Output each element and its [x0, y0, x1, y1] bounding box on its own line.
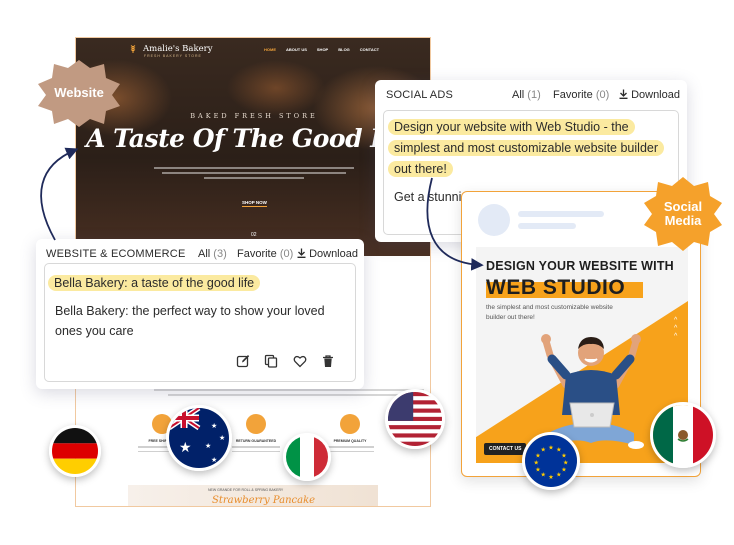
medal-icon — [340, 414, 360, 434]
hero-blurb — [154, 164, 354, 184]
contact-us-button[interactable]: CONTACT US — [484, 443, 527, 455]
svg-text:★: ★ — [211, 422, 217, 430]
slider-pager[interactable]: 02 — [251, 232, 257, 238]
svg-text:★: ★ — [556, 472, 562, 479]
svg-text:★: ★ — [561, 466, 567, 473]
heart-icon[interactable] — [293, 354, 307, 368]
svg-text:★: ★ — [540, 472, 546, 479]
italy-flag-icon[interactable] — [283, 433, 331, 481]
germany-flag-icon[interactable] — [49, 425, 101, 477]
brand-subtitle: FRESH BAKERY STORE — [144, 54, 202, 58]
ad-headline: DESIGN YOUR WEBSITE WITH — [486, 259, 674, 273]
eu-flag-icon[interactable]: ★ ★ ★ ★ ★ ★ ★ ★ ★ ★ ★ ★ — [522, 432, 580, 490]
svg-text:★: ★ — [179, 440, 192, 456]
selected-ad-text[interactable]: Design your website with Web Studio - th… — [388, 117, 668, 180]
panel-title: WEBSITE & ECOMMERCE — [46, 248, 186, 260]
ad-brand: WEB STUDIO — [486, 276, 644, 300]
nav-about[interactable]: ABOUT US — [286, 47, 307, 52]
web-text-list[interactable]: Bella Bakery: a taste of the good life B… — [44, 263, 356, 382]
svg-text:★: ★ — [205, 442, 211, 450]
feature-return: RETURN GUARANTEED — [226, 414, 286, 455]
social-media-badge: Social Media — [642, 175, 724, 253]
username-placeholder — [518, 211, 604, 217]
svg-text:★: ★ — [219, 434, 225, 442]
svg-text:★: ★ — [534, 459, 540, 466]
australia-flag-icon[interactable]: ★ ★ ★ ★ ★ — [166, 405, 232, 471]
usa-flag-icon[interactable] — [385, 389, 445, 449]
download-button[interactable]: Download — [619, 89, 680, 101]
nav-shop[interactable]: SHOP — [317, 47, 328, 52]
svg-text:★: ★ — [535, 453, 541, 460]
filter-favorite[interactable]: Favorite (0) — [553, 89, 609, 101]
site-nav: HOME ABOUT US SHOP BLOG CONTACT — [264, 47, 379, 52]
copy-icon[interactable] — [264, 354, 278, 368]
svg-text:★: ★ — [540, 446, 546, 453]
edit-icon[interactable] — [236, 354, 250, 368]
selected-web-text[interactable]: Bella Bakery: a taste of the good life — [48, 273, 348, 293]
nav-home[interactable]: HOME — [264, 47, 276, 52]
handle-placeholder — [518, 223, 576, 229]
website-badge: Website — [36, 58, 122, 128]
avatar — [478, 204, 510, 236]
svg-text:★: ★ — [548, 474, 554, 481]
download-icon — [297, 248, 306, 258]
shop-now-button[interactable]: SHOP NOW — [242, 200, 267, 207]
web-text-option[interactable]: Bella Bakery: the perfect way to show yo… — [55, 301, 325, 341]
wheat-icon — [130, 45, 136, 53]
trash-icon[interactable] — [321, 354, 335, 368]
chevron-up-icon: ^ ^ ^ — [674, 317, 678, 340]
brand-name: Amalie's Bakery — [143, 44, 213, 54]
download-button[interactable]: Download — [297, 248, 358, 260]
download-icon — [619, 89, 628, 99]
svg-text:★: ★ — [563, 459, 569, 466]
nav-contact[interactable]: CONTACT — [360, 47, 379, 52]
panel-title: SOCIAL ADS — [386, 89, 454, 101]
filter-all[interactable]: All (3) — [198, 248, 227, 260]
nav-blog[interactable]: BLOG — [338, 47, 350, 52]
svg-text:★: ★ — [535, 466, 541, 473]
return-icon — [246, 414, 266, 434]
promo-banner: NEW GRANDE FOR ROLL & SPRING BAKERY Stra… — [128, 485, 378, 506]
filter-all[interactable]: All (1) — [512, 89, 541, 101]
mexico-flag-icon[interactable] — [650, 402, 716, 468]
svg-text:★: ★ — [561, 453, 567, 460]
filter-favorite[interactable]: Favorite (0) — [237, 248, 293, 260]
svg-text:★: ★ — [548, 445, 554, 452]
website-ecommerce-panel: WEBSITE & ECOMMERCE All (3) Favorite (0)… — [36, 239, 364, 389]
svg-text:★: ★ — [211, 456, 217, 464]
